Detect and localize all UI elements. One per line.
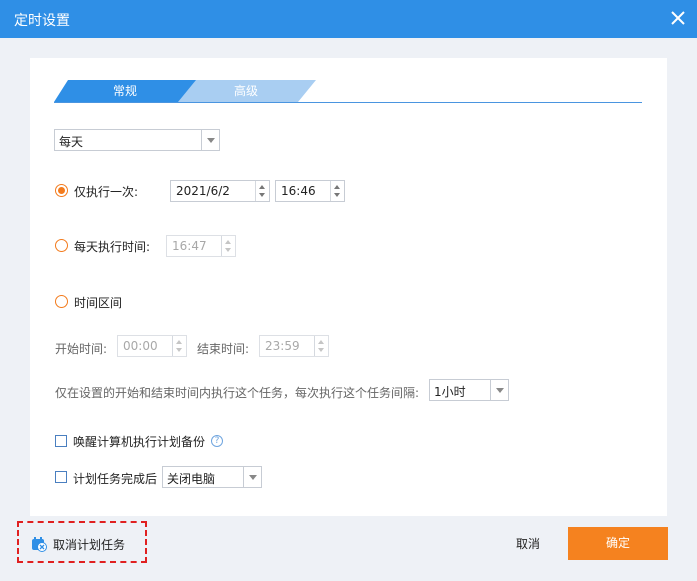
time-spinner xyxy=(330,181,344,201)
cancel-plan-button[interactable]: 取消计划任务 xyxy=(17,521,147,563)
after-task-action-value: 关闭电脑 xyxy=(167,472,216,486)
spin-down-icon[interactable] xyxy=(259,193,265,197)
chevron-down-icon[interactable] xyxy=(243,467,261,487)
frequency-select[interactable]: 每天 xyxy=(54,129,220,151)
close-icon[interactable] xyxy=(667,7,689,29)
daily-label: 每天执行时间: xyxy=(74,240,151,254)
tab-bar: 高级 常规 xyxy=(54,80,642,103)
start-time-value: 00:00 xyxy=(123,339,158,353)
spin-up-icon[interactable] xyxy=(334,185,340,189)
once-time-value: 16:46 xyxy=(281,184,316,198)
tab-advanced[interactable]: 高级 xyxy=(176,80,316,102)
chevron-down-icon[interactable] xyxy=(201,130,219,150)
after-task-action-select[interactable]: 关闭电脑 xyxy=(162,466,262,488)
after-task-checkbox[interactable] xyxy=(55,471,67,483)
end-time-input[interactable]: 23:59 xyxy=(259,335,329,357)
once-date-input[interactable]: 2021/6/2 xyxy=(170,180,270,202)
spin-up-icon[interactable] xyxy=(318,340,324,344)
daily-time-value: 16:47 xyxy=(172,239,207,253)
end-time-value: 23:59 xyxy=(265,339,300,353)
daily-time-input[interactable]: 16:47 xyxy=(166,235,236,257)
wake-checkbox[interactable] xyxy=(55,435,67,447)
calendar-cancel-icon xyxy=(32,537,47,552)
cancel-plan-label: 取消计划任务 xyxy=(53,538,126,552)
after-task-label: 计划任务完成后 xyxy=(73,472,158,486)
chevron-down-icon[interactable] xyxy=(490,380,508,400)
frequency-value: 每天 xyxy=(59,135,84,149)
window-title: 定时设置 xyxy=(14,13,70,29)
once-label: 仅执行一次: xyxy=(74,185,139,199)
interval-every-select[interactable]: 1小时 xyxy=(429,379,509,401)
once-time-input[interactable]: 16:46 xyxy=(275,180,345,202)
start-time-input[interactable]: 00:00 xyxy=(117,335,187,357)
end-time-label: 结束时间: xyxy=(197,342,250,356)
start-time-label: 开始时间: xyxy=(55,342,108,356)
interval-radio[interactable] xyxy=(55,295,68,308)
once-radio[interactable] xyxy=(55,184,68,197)
ok-button[interactable]: 确定 xyxy=(568,527,668,560)
spin-down-icon[interactable] xyxy=(334,193,340,197)
end-time-spinner xyxy=(314,336,328,356)
spin-down-icon[interactable] xyxy=(176,348,182,352)
tab-general[interactable]: 常规 xyxy=(54,80,196,102)
daily-radio[interactable] xyxy=(55,239,68,252)
cancel-button[interactable]: 取消 xyxy=(500,527,556,561)
interval-note: 仅在设置的开始和结束时间内执行这个任务，每次执行这个任务间隔: xyxy=(55,386,420,400)
date-spinner xyxy=(255,181,269,201)
start-time-spinner xyxy=(172,336,186,356)
spin-down-icon[interactable] xyxy=(318,348,324,352)
interval-label: 时间区间 xyxy=(74,296,123,310)
spin-up-icon[interactable] xyxy=(225,240,231,244)
title-bar: 定时设置 xyxy=(0,0,697,38)
wake-label: 唤醒计算机执行计划备份 xyxy=(73,435,206,449)
spin-up-icon[interactable] xyxy=(259,185,265,189)
tab-advanced-label: 高级 xyxy=(233,84,258,98)
help-icon[interactable]: ? xyxy=(211,435,223,447)
spin-down-icon[interactable] xyxy=(225,248,231,252)
interval-every-value: 1小时 xyxy=(434,385,466,399)
daily-time-spinner xyxy=(221,236,235,256)
spin-up-icon[interactable] xyxy=(176,340,182,344)
once-date-value: 2021/6/2 xyxy=(176,184,230,198)
tab-general-label: 常规 xyxy=(112,84,137,98)
